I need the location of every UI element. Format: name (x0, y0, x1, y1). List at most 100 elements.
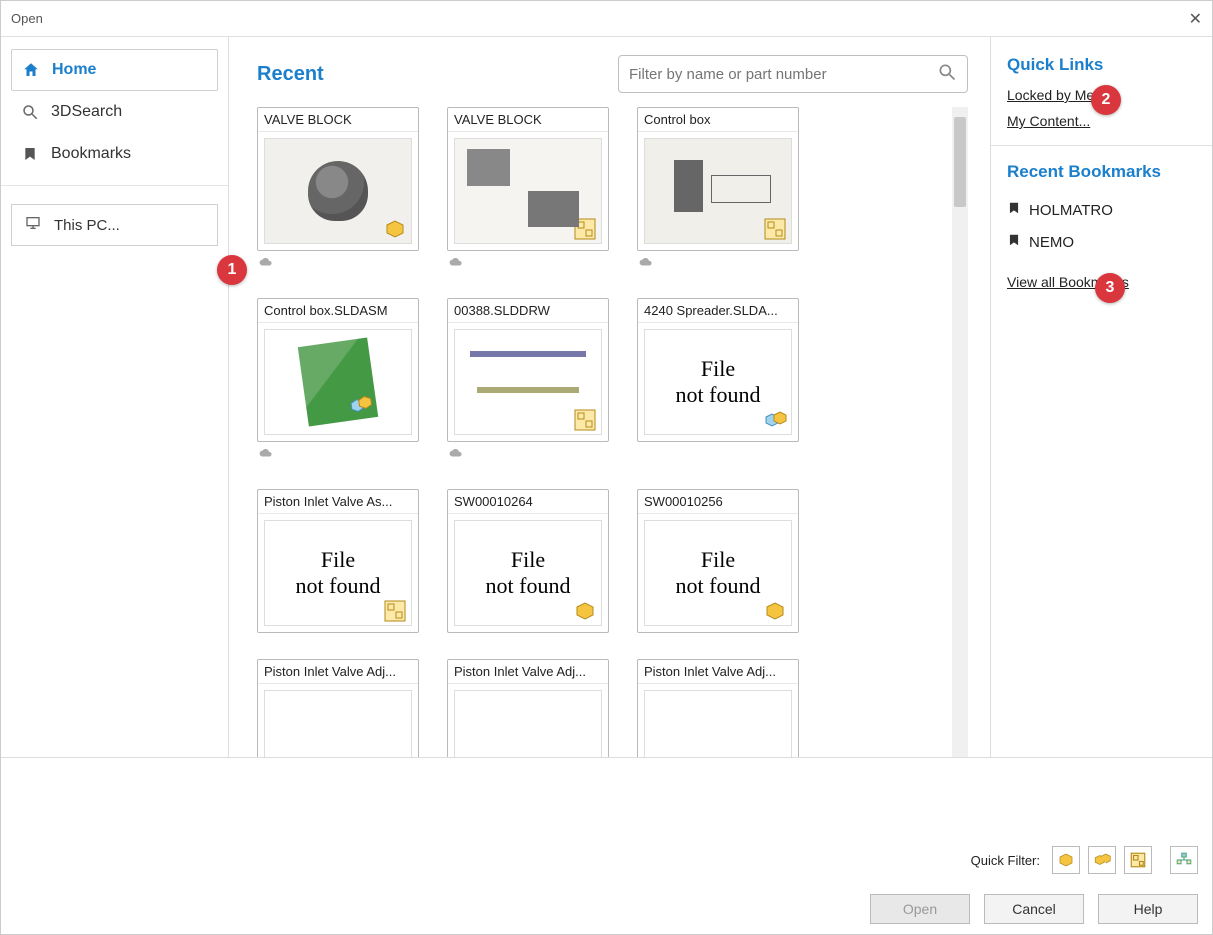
bookmark-item-nemo[interactable]: NEMO (1007, 226, 1196, 258)
recent-item-title: SW00010256 (638, 490, 798, 514)
filter-search-box[interactable] (618, 55, 968, 93)
cancel-button[interactable]: Cancel (984, 894, 1084, 924)
recent-item[interactable]: 4240 Spreader.SLDA...Filenot found (637, 298, 799, 463)
recent-item-box[interactable]: 00388.SLDDRW (447, 298, 609, 442)
file-type-badge-icon (571, 599, 599, 623)
file-type-badge-icon (571, 217, 599, 241)
recent-item-title: VALVE BLOCK (258, 108, 418, 132)
cloud-icon (257, 255, 419, 272)
open-button[interactable]: Open (870, 894, 970, 924)
main-area: Home 3DSearch Bookmarks This PC... (1, 37, 1212, 758)
sidebar-item-label: Home (52, 61, 96, 79)
bookmark-label: NEMO (1029, 234, 1074, 251)
file-type-badge-icon (571, 408, 599, 432)
this-pc-button[interactable]: This PC... (11, 204, 218, 246)
recent-item-title: Piston Inlet Valve As... (258, 490, 418, 514)
recent-item[interactable]: Control box (637, 107, 799, 272)
recent-item[interactable]: Control box.SLDASM (257, 298, 419, 463)
center-header: Recent (257, 55, 968, 93)
footer: Quick Filter: Open Cancel Help (1, 758, 1212, 934)
quick-links-title: Quick Links (1007, 55, 1196, 75)
sidebar-item-bookmarks[interactable]: Bookmarks (11, 133, 218, 175)
callout-1: 1 (217, 255, 247, 285)
file-type-badge-icon (761, 408, 789, 432)
recent-item-box[interactable]: Piston Inlet Valve As...Filenot found (257, 489, 419, 633)
search-icon[interactable] (937, 62, 957, 87)
quick-link-my-content[interactable]: My Content... (1007, 113, 1196, 129)
home-icon (22, 61, 40, 79)
recent-item-box[interactable]: Control box.SLDASM (257, 298, 419, 442)
recent-item[interactable]: Piston Inlet Valve As...Filenot found (257, 489, 419, 633)
recent-item-box[interactable]: 4240 Spreader.SLDA...Filenot found (637, 298, 799, 442)
bookmark-icon (21, 145, 39, 163)
recent-grid: VALVE BLOCK VALVE BLOCK Control box Control… (257, 107, 968, 757)
quick-filter-part-button[interactable] (1052, 846, 1080, 874)
center-panel: Recent VALVE BLOCK VALVE BLOCK Control box… (229, 37, 990, 757)
quick-filter-drawing-button[interactable] (1124, 846, 1152, 874)
recent-bookmarks-title: Recent Bookmarks (1007, 162, 1196, 182)
recent-item-title: Piston Inlet Valve Adj... (258, 660, 418, 684)
recent-item[interactable]: Piston Inlet Valve Adj... (447, 659, 609, 757)
sidebar: Home 3DSearch Bookmarks This PC... (1, 37, 229, 757)
bookmark-icon (1007, 232, 1021, 252)
recent-item-box[interactable]: SW00010264Filenot found (447, 489, 609, 633)
bookmark-icon (1007, 200, 1021, 220)
divider (991, 145, 1212, 146)
recent-item-box[interactable]: VALVE BLOCK (257, 107, 419, 251)
cloud-icon (637, 255, 799, 272)
recent-item-box[interactable]: Piston Inlet Valve Adj... (637, 659, 799, 757)
dialog-button-row: Open Cancel Help (15, 894, 1198, 924)
recent-item-box[interactable]: Control box (637, 107, 799, 251)
recent-item[interactable]: Piston Inlet Valve Adj... (637, 659, 799, 757)
cloud-icon (447, 255, 609, 272)
sidebar-item-home[interactable]: Home (11, 49, 218, 91)
window-title: Open (11, 11, 43, 26)
bookmark-label: HOLMATRO (1029, 202, 1113, 219)
cloud-icon (447, 446, 609, 463)
quick-filter-label: Quick Filter: (971, 853, 1040, 868)
scroll-thumb[interactable] (954, 117, 966, 207)
file-type-badge-icon (381, 599, 409, 623)
quick-filter-row: Quick Filter: (15, 846, 1198, 874)
recent-item-box[interactable]: SW00010256Filenot found (637, 489, 799, 633)
recent-item-title: SW00010264 (448, 490, 608, 514)
sidebar-item-3dsearch[interactable]: 3DSearch (11, 91, 218, 133)
recent-item[interactable]: 00388.SLDDRW (447, 298, 609, 463)
recent-item-box[interactable]: Piston Inlet Valve Adj... (257, 659, 419, 757)
sidebar-nav: Home 3DSearch Bookmarks (1, 37, 228, 186)
recent-item[interactable]: Piston Inlet Valve Adj... (257, 659, 419, 757)
monitor-icon (24, 215, 42, 235)
search-icon (21, 103, 39, 121)
recent-item-box[interactable]: Piston Inlet Valve Adj... (447, 659, 609, 757)
sidebar-bottom: This PC... (1, 186, 228, 264)
recent-heading: Recent (257, 63, 324, 86)
recent-item-title: 4240 Spreader.SLDA... (638, 299, 798, 323)
recent-item[interactable]: SW00010256Filenot found (637, 489, 799, 633)
callout-3: 3 (1095, 273, 1125, 303)
recent-item[interactable]: VALVE BLOCK (447, 107, 609, 272)
recent-item-title: Piston Inlet Valve Adj... (448, 660, 608, 684)
recent-item-title: VALVE BLOCK (448, 108, 608, 132)
close-icon[interactable]: ✕ (1189, 9, 1202, 29)
sidebar-item-label: Bookmarks (51, 145, 131, 163)
this-pc-label: This PC... (54, 217, 120, 234)
recent-item[interactable]: VALVE BLOCK (257, 107, 419, 272)
cloud-icon (257, 446, 419, 463)
quick-filter-assembly-button[interactable] (1088, 846, 1116, 874)
quick-filter-toplevel-button[interactable] (1170, 846, 1198, 874)
recent-grid-wrap: VALVE BLOCK VALVE BLOCK Control box Control… (257, 107, 968, 757)
title-bar: Open ✕ (1, 1, 1212, 37)
filter-input[interactable] (629, 66, 937, 83)
file-type-badge-icon (345, 391, 376, 419)
recent-item-title: 00388.SLDDRW (448, 299, 608, 323)
scrollbar[interactable] (952, 107, 968, 757)
recent-item[interactable]: SW00010264Filenot found (447, 489, 609, 633)
sidebar-item-label: 3DSearch (51, 103, 122, 121)
recent-item-title: Control box.SLDASM (258, 299, 418, 323)
callout-2: 2 (1091, 85, 1121, 115)
recent-item-title: Piston Inlet Valve Adj... (638, 660, 798, 684)
recent-item-box[interactable]: VALVE BLOCK (447, 107, 609, 251)
help-button[interactable]: Help (1098, 894, 1198, 924)
file-type-badge-icon (761, 599, 789, 623)
bookmark-item-holmatro[interactable]: HOLMATRO (1007, 194, 1196, 226)
